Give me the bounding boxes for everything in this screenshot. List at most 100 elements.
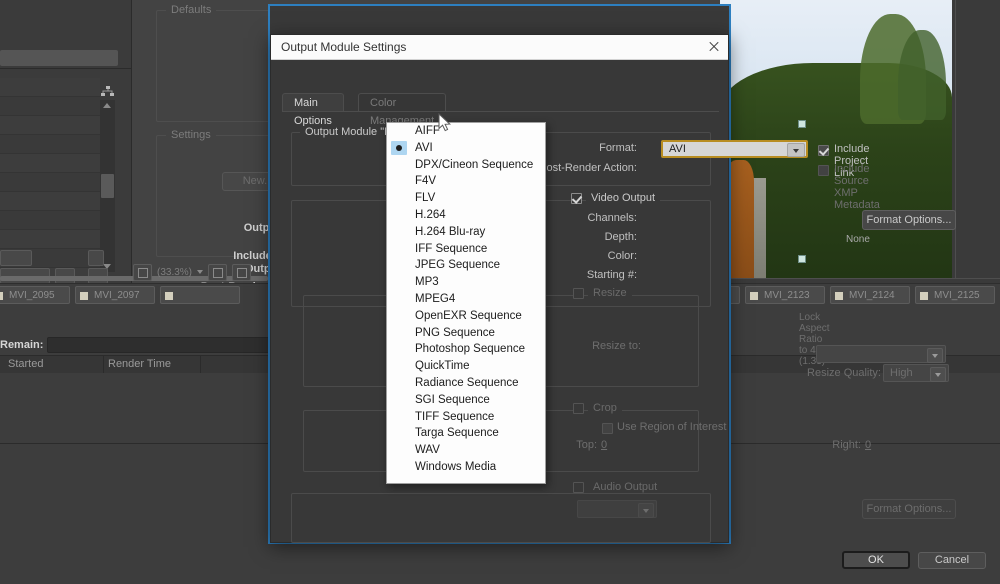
- tree-canopy: [898, 30, 946, 120]
- remain-label: Remain:: [0, 339, 43, 351]
- settings-group-title: Settings: [166, 129, 216, 141]
- timeline-clip[interactable]: MVI_2095: [0, 286, 70, 304]
- selection-handle[interactable]: [798, 255, 806, 263]
- format-option-f4v[interactable]: F4V: [387, 173, 545, 190]
- crop-checkbox[interactable]: [573, 403, 584, 414]
- chevron-down-icon[interactable]: [197, 270, 203, 274]
- format-option-radiance-sequence[interactable]: Radiance Sequence: [387, 375, 545, 392]
- crop-right-value[interactable]: 0: [865, 439, 871, 451]
- format-option-dpx-cineon-sequence[interactable]: DPX/Cineon Sequence: [387, 157, 545, 174]
- format-select-value: AVI: [669, 143, 686, 155]
- fit-comp-icon[interactable]: [133, 264, 152, 281]
- chevron-down-icon[interactable]: [927, 348, 943, 363]
- project-search-input[interactable]: [0, 50, 118, 66]
- resize-preset-select[interactable]: [816, 345, 946, 363]
- format-select[interactable]: AVI: [661, 140, 808, 158]
- format-option-quicktime[interactable]: QuickTime: [387, 358, 545, 375]
- format-dropdown-list[interactable]: AIFFAVIDPX/Cineon SequenceF4V FLVH.264H.2…: [386, 122, 546, 484]
- format-option-label: Windows Media: [415, 461, 496, 473]
- tab-main-options[interactable]: Main Options: [282, 93, 344, 111]
- list-item[interactable]: [0, 211, 100, 230]
- format-option-mp3[interactable]: MP3: [387, 274, 545, 291]
- chevron-down-icon[interactable]: [638, 503, 654, 518]
- format-option-openexr-sequence[interactable]: OpenEXR Sequence: [387, 308, 545, 325]
- clip-label: MVI_2125: [934, 290, 980, 301]
- list-item[interactable]: [0, 173, 100, 192]
- list-item[interactable]: [0, 230, 100, 249]
- audio-output-checkbox[interactable]: [573, 482, 584, 493]
- format-option-h-264[interactable]: H.264: [387, 207, 545, 224]
- format-option-targa-sequence[interactable]: Targa Sequence: [387, 425, 545, 442]
- format-option-flv[interactable]: FLV: [387, 190, 545, 207]
- list-item[interactable]: [0, 97, 100, 116]
- format-option-photoshop-sequence[interactable]: Photoshop Sequence: [387, 341, 545, 358]
- column-divider: [103, 356, 104, 374]
- close-icon[interactable]: [704, 38, 724, 56]
- dialog-titlebar[interactable]: Output Module Settings: [271, 35, 728, 60]
- timeline-clip[interactable]: [160, 286, 240, 304]
- format-option-iff-sequence[interactable]: IFF Sequence: [387, 241, 545, 258]
- zoom-level-value[interactable]: (33.3%): [157, 267, 192, 278]
- list-item[interactable]: [0, 154, 100, 173]
- audio-format-select[interactable]: [577, 500, 657, 518]
- include-project-link-checkbox[interactable]: [818, 145, 829, 156]
- format-option-h-264-blu-ray[interactable]: H.264 Blu-ray: [387, 224, 545, 241]
- format-option-label: F4V: [415, 175, 436, 187]
- format-option-avi[interactable]: AVI: [387, 140, 545, 157]
- tab-color-management[interactable]: Color Management: [358, 93, 446, 111]
- timeline-clip[interactable]: MVI_2125: [915, 286, 995, 304]
- video-format-options-button[interactable]: Format Options...: [862, 210, 956, 230]
- use-region-of-interest-checkbox[interactable]: [602, 423, 613, 434]
- dropdown-button[interactable]: [0, 250, 32, 266]
- clip-color-swatch: [750, 292, 758, 300]
- format-option-aiff[interactable]: AIFF: [387, 123, 545, 140]
- ok-button[interactable]: OK: [842, 551, 910, 569]
- format-option-mpeg4[interactable]: MPEG4: [387, 291, 545, 308]
- viewer-zoom-controls[interactable]: (33.3%): [133, 262, 251, 282]
- resolution-icon[interactable]: [208, 264, 227, 281]
- crop-top-label: Top:: [557, 439, 597, 451]
- resize-title: Resize: [588, 287, 632, 299]
- column-started[interactable]: Started: [8, 358, 43, 370]
- list-item[interactable]: [0, 116, 100, 135]
- clip-color-swatch: [920, 292, 928, 300]
- selection-handle[interactable]: [798, 120, 806, 128]
- scroll-up-icon[interactable]: [103, 103, 111, 108]
- mouse-cursor: [438, 113, 452, 132]
- timeline-clip[interactable]: MVI_2124: [830, 286, 910, 304]
- menu-arrow-button[interactable]: [88, 250, 104, 266]
- format-option-windows-media[interactable]: Windows Media: [387, 459, 545, 476]
- format-option-wav[interactable]: WAV: [387, 442, 545, 459]
- clip-color-swatch: [80, 292, 88, 300]
- dialog-title: Output Module Settings: [281, 40, 406, 54]
- format-option-label: Targa Sequence: [415, 427, 499, 439]
- format-option-label: TIFF Sequence: [415, 411, 494, 423]
- list-item[interactable]: [0, 78, 100, 97]
- cancel-button[interactable]: Cancel: [918, 552, 986, 569]
- project-item-list[interactable]: [0, 78, 100, 273]
- scrollbar-thumb[interactable]: [101, 174, 114, 198]
- resize-quality-value: High: [890, 367, 913, 379]
- clip-label: MVI_2124: [849, 290, 895, 301]
- list-item[interactable]: [0, 192, 100, 211]
- include-xmp-label: Include Source XMP Metadata: [834, 163, 880, 211]
- format-option-tiff-sequence[interactable]: TIFF Sequence: [387, 409, 545, 426]
- region-of-interest-icon[interactable]: [232, 264, 251, 281]
- chevron-down-icon[interactable]: [930, 367, 946, 382]
- audio-format-options-button[interactable]: Format Options...: [862, 499, 956, 519]
- resize-checkbox[interactable]: [573, 288, 584, 299]
- include-xmp-checkbox[interactable]: [818, 165, 829, 176]
- project-scrollbar[interactable]: [100, 100, 115, 272]
- crop-top-value[interactable]: 0: [601, 439, 607, 451]
- format-option-sgi-sequence[interactable]: SGI Sequence: [387, 392, 545, 409]
- list-item[interactable]: [0, 135, 100, 154]
- timeline-clip[interactable]: MVI_2123: [745, 286, 825, 304]
- format-option-jpeg-sequence[interactable]: JPEG Sequence: [387, 257, 545, 274]
- chevron-down-icon[interactable]: [787, 143, 805, 157]
- resize-quality-select[interactable]: High: [883, 364, 949, 382]
- timeline-clip[interactable]: MVI_2097: [75, 286, 155, 304]
- video-output-checkbox[interactable]: [571, 193, 582, 204]
- viewer-guide: [955, 0, 956, 278]
- format-option-png-sequence[interactable]: PNG Sequence: [387, 325, 545, 342]
- column-render-time[interactable]: Render Time: [108, 358, 171, 370]
